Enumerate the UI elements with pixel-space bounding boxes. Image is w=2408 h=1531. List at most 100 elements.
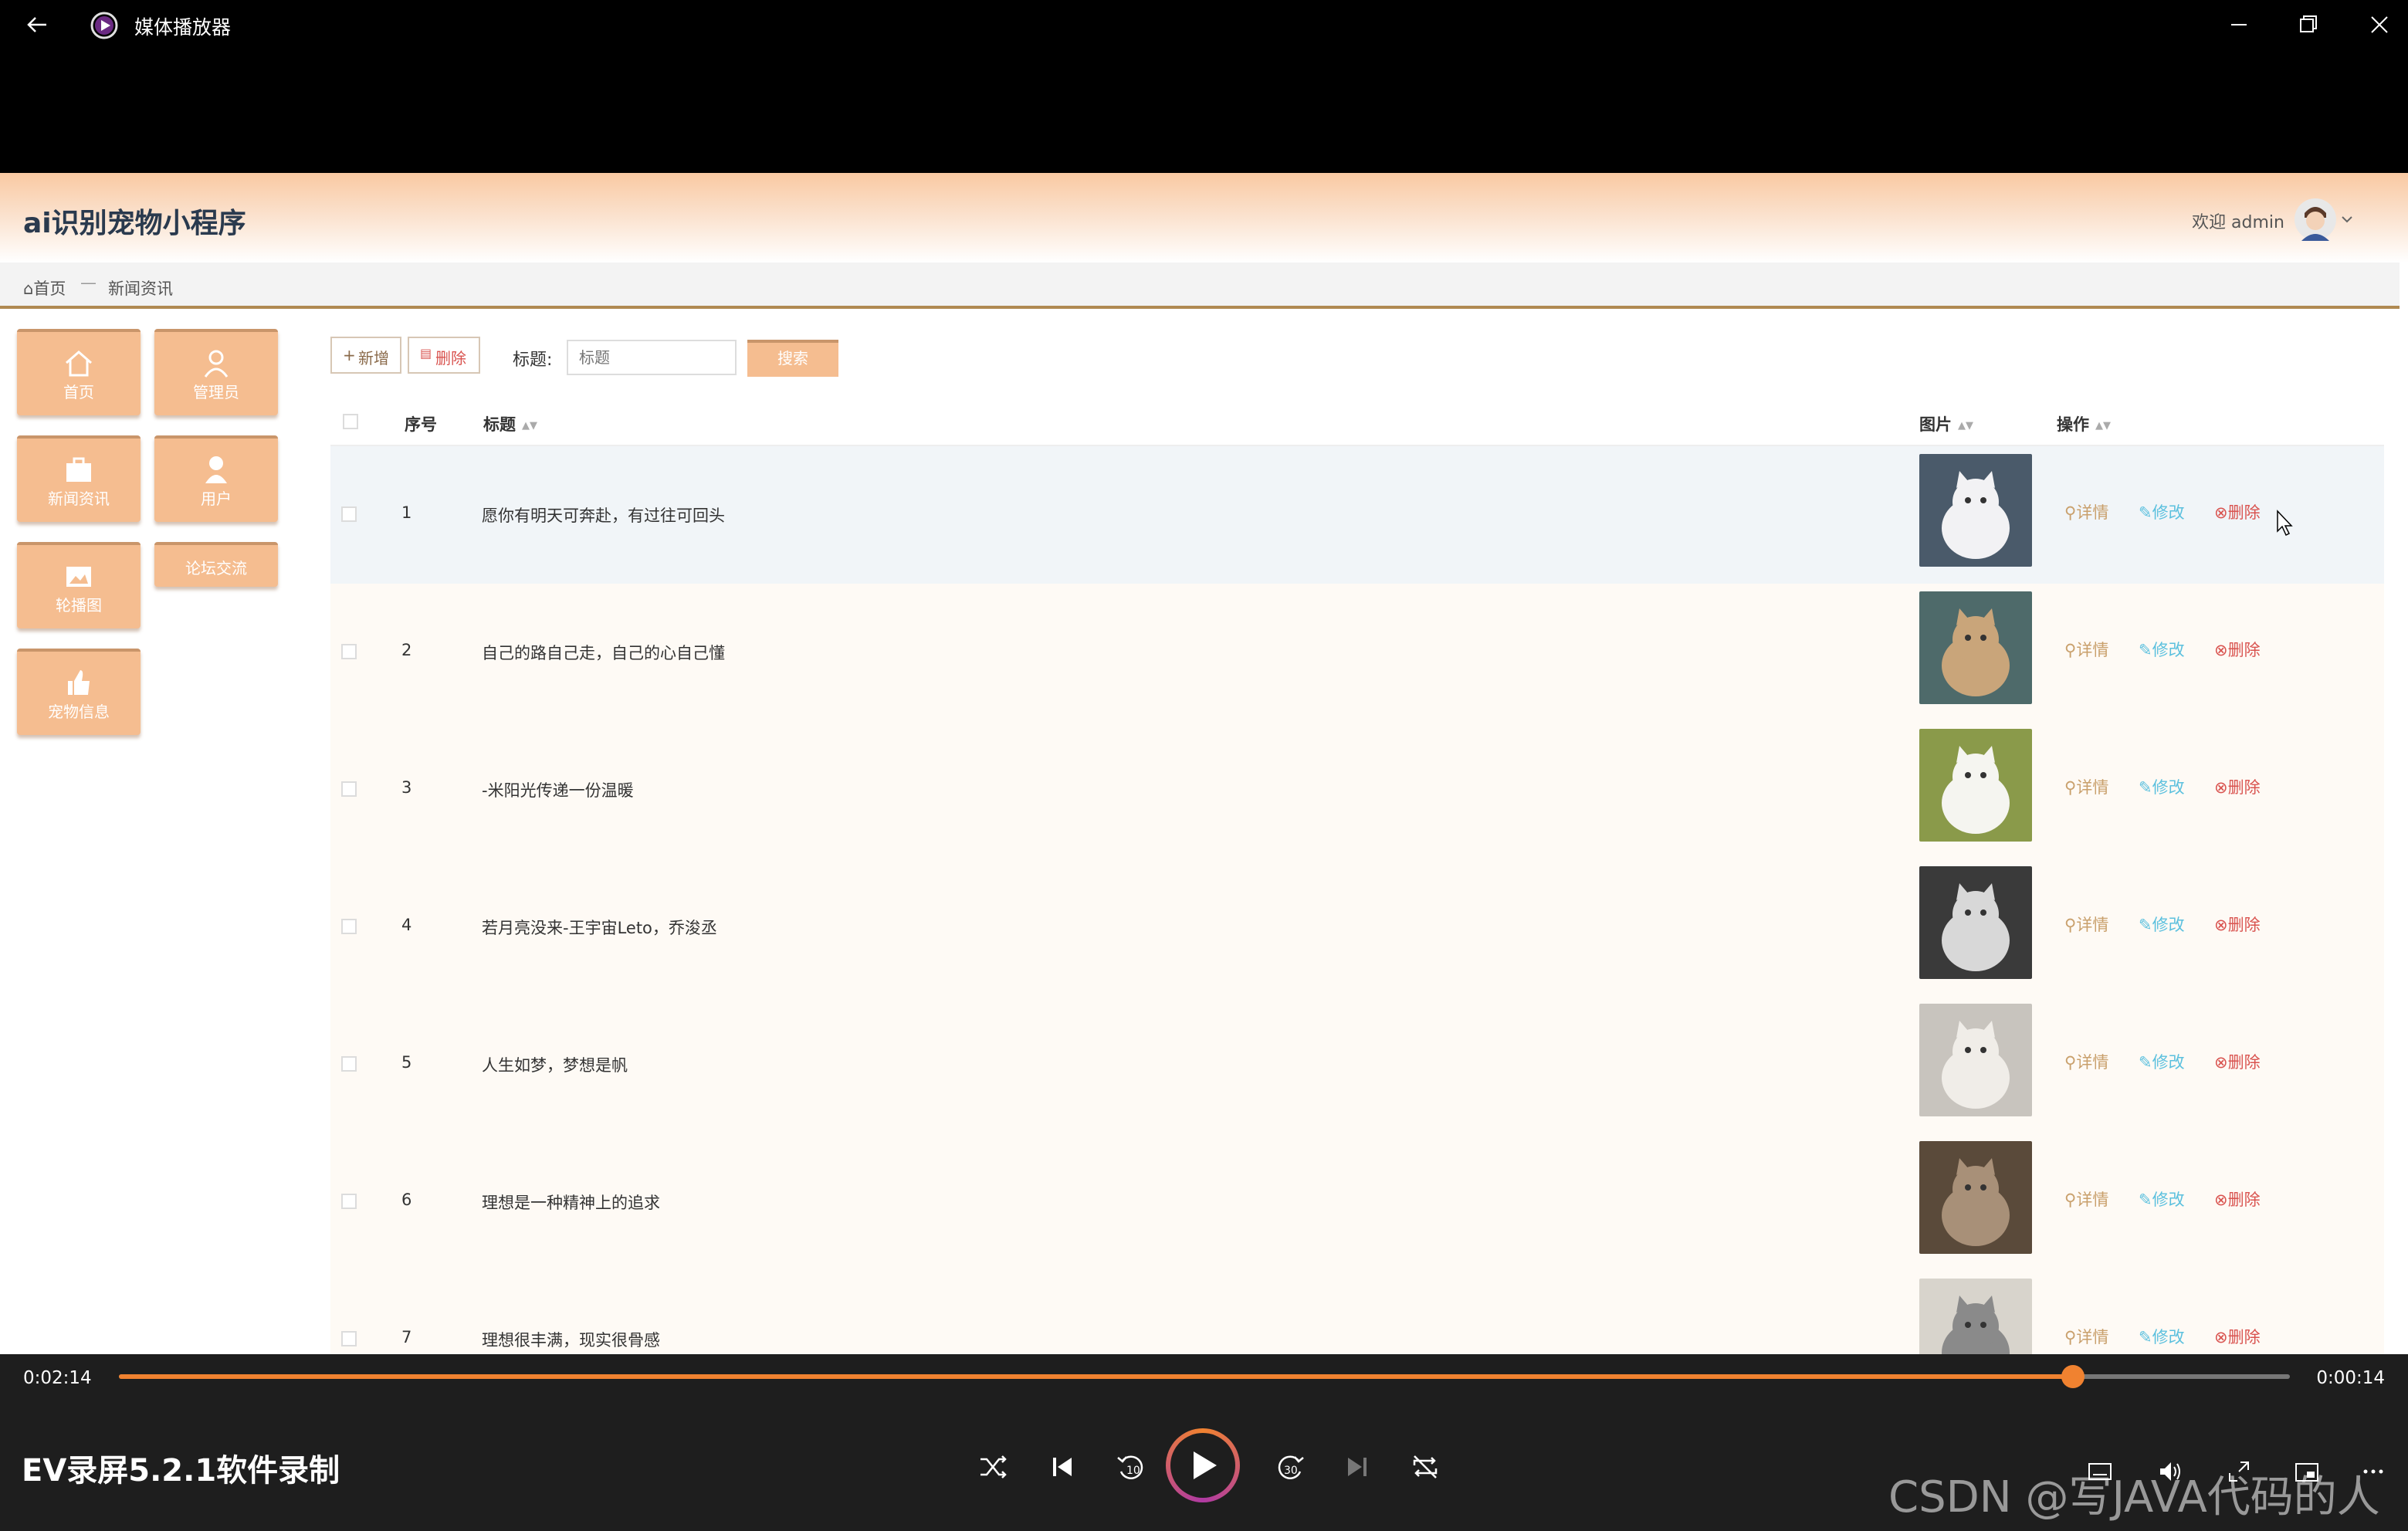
- chevron-down-icon[interactable]: [2340, 213, 2354, 225]
- edit-link-label: 修改: [2152, 641, 2185, 659]
- seek-bar[interactable]: [119, 1365, 2290, 1388]
- row-index: 6: [401, 1191, 412, 1209]
- table-row[interactable]: 2 自己的路自己走，自己的心自己懂 ⚲详情 ✎修改 ⊗删除: [330, 584, 2384, 723]
- sort-icon[interactable]: ▲▼: [522, 420, 537, 432]
- sidebar-item-label: 宠物信息: [48, 703, 110, 721]
- table-row[interactable]: 4 若月亮没来-王宇宙Leto，乔浚丞 ⚲详情 ✎修改 ⊗删除: [330, 859, 2384, 998]
- sidebar-item-carousel[interactable]: 轮播图: [17, 542, 141, 628]
- edit-link[interactable]: ✎修改: [2139, 775, 2185, 798]
- table-row[interactable]: 6 理想是一种精神上的追求 ⚲详情 ✎修改 ⊗删除: [330, 1133, 2384, 1272]
- table-row[interactable]: 3 -米阳光传递一份温暖 ⚲详情 ✎修改 ⊗删除: [330, 721, 2384, 860]
- search-icon: ⚲: [2064, 1328, 2077, 1346]
- web-page: ai识别宠物小程序 欢迎 admin ⌂首页 — 新闻资讯 首页 管理员 新闻资…: [0, 173, 2408, 1354]
- site-title: ai识别宠物小程序: [23, 208, 246, 239]
- delete-link[interactable]: ⊗删除: [2214, 913, 2261, 936]
- sidebar-item-label: 用户: [201, 489, 232, 508]
- sidebar-item-label: 轮播图: [56, 596, 102, 615]
- rewind-10-icon[interactable]: 10: [1112, 1448, 1149, 1485]
- search-button[interactable]: 搜索: [747, 340, 838, 377]
- row-index: 3: [401, 778, 412, 797]
- close-circle-icon: ⊗: [2214, 1328, 2228, 1346]
- edit-link[interactable]: ✎修改: [2139, 500, 2185, 523]
- detail-link[interactable]: ⚲详情: [2064, 1187, 2108, 1211]
- close-circle-icon: ⊗: [2214, 641, 2228, 659]
- edit-link[interactable]: ✎修改: [2139, 638, 2185, 661]
- detail-link[interactable]: ⚲详情: [2064, 500, 2108, 523]
- search-icon: ⚲: [2064, 916, 2077, 934]
- row-checkbox[interactable]: [341, 781, 357, 797]
- close-icon[interactable]: [2362, 8, 2396, 42]
- previous-icon[interactable]: [1044, 1448, 1081, 1485]
- back-arrow-icon[interactable]: [22, 9, 52, 40]
- select-all-checkbox[interactable]: [343, 414, 358, 429]
- delete-link-label: 删除: [2227, 1191, 2261, 1209]
- restore-icon[interactable]: [2291, 8, 2325, 42]
- table-row[interactable]: 5 人生如梦，梦想是帆 ⚲详情 ✎修改 ⊗删除: [330, 996, 2384, 1135]
- delete-link[interactable]: ⊗删除: [2214, 1050, 2261, 1073]
- delete-link[interactable]: ⊗删除: [2214, 638, 2261, 661]
- detail-link[interactable]: ⚲详情: [2064, 913, 2108, 936]
- sidebar-item-news[interactable]: 新闻资讯: [17, 435, 141, 522]
- sort-icon[interactable]: ▲▼: [1958, 420, 1973, 432]
- breadcrumb: ⌂首页 — 新闻资讯: [0, 263, 2400, 309]
- close-circle-icon: ⊗: [2214, 916, 2228, 934]
- delete-link[interactable]: ⊗删除: [2214, 500, 2261, 523]
- edit-icon: ✎: [2139, 778, 2152, 797]
- shuffle-icon[interactable]: [974, 1448, 1011, 1485]
- delete-link[interactable]: ⊗删除: [2214, 1325, 2261, 1348]
- detail-link-label: 详情: [2076, 916, 2109, 934]
- sidebar-item-users[interactable]: 用户: [154, 435, 278, 522]
- edit-link-label: 修改: [2152, 503, 2185, 522]
- detail-link-label: 详情: [2076, 641, 2109, 659]
- delete-link[interactable]: ⊗删除: [2214, 1187, 2261, 1211]
- add-button[interactable]: + 新增: [330, 337, 401, 374]
- table-row[interactable]: 1 愿你有明天可奔赴，有过往可回头 ⚲详情 ✎修改 ⊗删除: [330, 446, 2384, 585]
- row-checkbox[interactable]: [341, 644, 357, 659]
- column-header-image[interactable]: 图片 ▲▼: [1919, 412, 1973, 435]
- breadcrumb-home[interactable]: ⌂首页: [23, 276, 66, 300]
- delete-button[interactable]: ▤ 删除: [408, 337, 480, 374]
- site-header: ai识别宠物小程序 欢迎 admin: [0, 173, 2408, 263]
- row-checkbox[interactable]: [341, 1331, 357, 1346]
- row-index: 4: [401, 916, 412, 934]
- add-button-label: 新增: [358, 349, 389, 368]
- detail-link[interactable]: ⚲详情: [2064, 638, 2108, 661]
- sidebar-item-home[interactable]: 首页: [17, 329, 141, 415]
- edit-link-label: 修改: [2152, 1328, 2185, 1346]
- delete-link[interactable]: ⊗删除: [2214, 775, 2261, 798]
- title-filter-label: 标题:: [513, 351, 553, 370]
- column-header-actions[interactable]: 操作 ▲▼: [2057, 412, 2111, 435]
- repeat-off-icon[interactable]: [1407, 1448, 1444, 1485]
- row-checkbox[interactable]: [341, 919, 357, 934]
- user-icon: [204, 350, 229, 378]
- plus-icon: +: [343, 346, 356, 364]
- play-button[interactable]: [1166, 1428, 1240, 1502]
- avatar[interactable]: [2294, 198, 2337, 241]
- seek-handle[interactable]: [2061, 1365, 2085, 1388]
- edit-link[interactable]: ✎修改: [2139, 1050, 2185, 1073]
- edit-link[interactable]: ✎修改: [2139, 1187, 2185, 1211]
- minimize-icon[interactable]: [2222, 8, 2256, 42]
- row-checkbox[interactable]: [341, 1056, 357, 1072]
- table-row[interactable]: 7 理想很丰满，现实很骨感 ⚲详情 ✎修改 ⊗删除: [330, 1271, 2384, 1354]
- pet-thumbnail: [1919, 454, 2032, 567]
- edit-link[interactable]: ✎修改: [2139, 1325, 2185, 1348]
- title-search-input[interactable]: [567, 340, 737, 375]
- row-checkbox[interactable]: [341, 1194, 357, 1209]
- row-index: 2: [401, 641, 412, 659]
- detail-link[interactable]: ⚲详情: [2064, 775, 2108, 798]
- row-title: -米阳光传递一份温暖: [482, 781, 634, 800]
- sidebar-item-forum[interactable]: 论坛交流: [154, 542, 278, 587]
- sort-icon[interactable]: ▲▼: [2095, 420, 2111, 432]
- sidebar-item-admin[interactable]: 管理员: [154, 329, 278, 415]
- edit-link[interactable]: ✎修改: [2139, 913, 2185, 936]
- row-checkbox[interactable]: [341, 506, 357, 522]
- edit-icon: ✎: [2139, 916, 2152, 934]
- forward-30-icon[interactable]: 30: [1272, 1448, 1309, 1485]
- sidebar-item-pets[interactable]: 宠物信息: [17, 649, 141, 735]
- detail-link[interactable]: ⚲详情: [2064, 1050, 2108, 1073]
- table-header: 序号 标题 ▲▼ 图片 ▲▼ 操作 ▲▼: [330, 397, 2384, 446]
- column-header-title[interactable]: 标题 ▲▼: [483, 412, 537, 435]
- next-icon[interactable]: [1339, 1448, 1376, 1485]
- detail-link[interactable]: ⚲详情: [2064, 1325, 2108, 1348]
